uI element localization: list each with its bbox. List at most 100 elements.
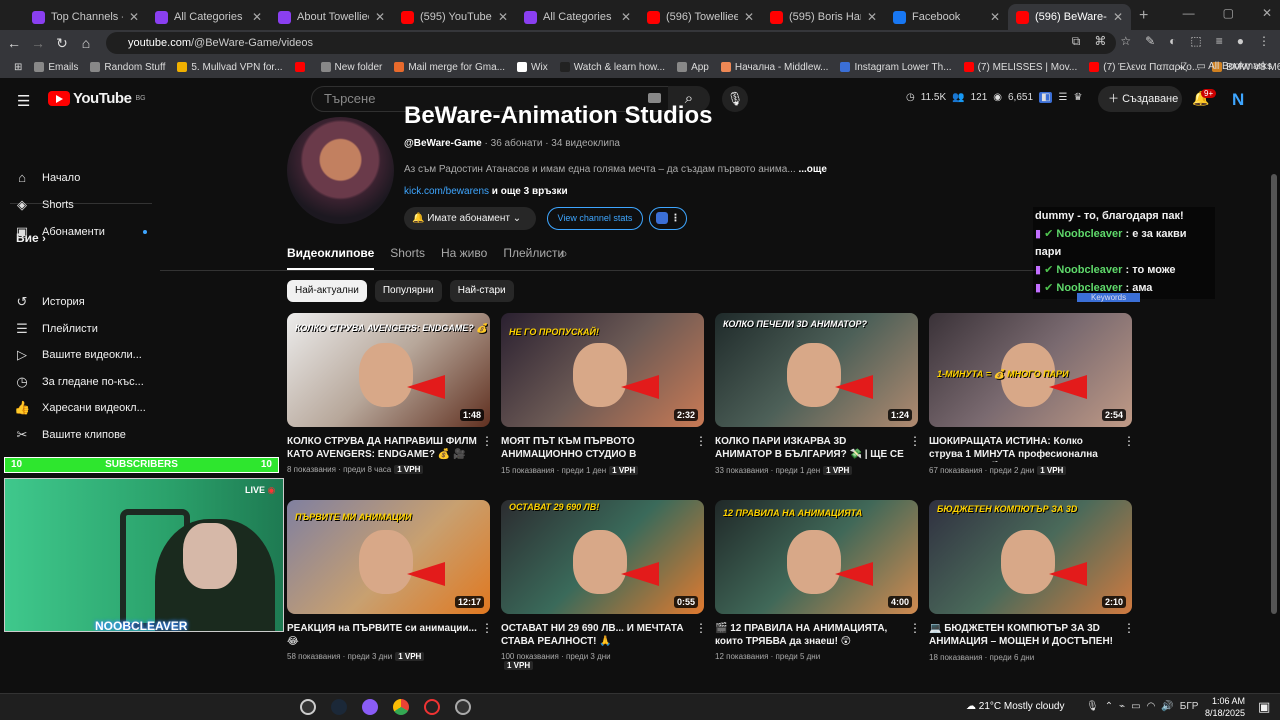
notifications-icon[interactable]: ▣: [1258, 699, 1270, 715]
sidebar-item[interactable]: ✂ Вашите клипове: [14, 427, 126, 443]
video-card[interactable]: 12 ПРАВИЛА НА АНИМАЦИЯТА 4:00 🎬 12 ПРАВИЛА…: [715, 500, 929, 661]
display-icon[interactable]: ▭: [1131, 701, 1140, 712]
channel-search-icon[interactable]: ⌕: [560, 245, 568, 262]
video-card[interactable]: БЮДЖЕТЕН КОМПЮТЪР ЗА 3D 2:10 💻 БЮДЖЕТЕН КО…: [929, 500, 1143, 662]
more-vertical-icon[interactable]: ⋮: [695, 621, 707, 635]
cast-icon[interactable]: ⧉: [1072, 34, 1081, 49]
tab-close-icon[interactable]: ✕: [129, 10, 139, 24]
list-icon[interactable]: ☰: [1058, 92, 1067, 103]
app-icon[interactable]: [455, 699, 471, 715]
extensions-puzzle-icon[interactable]: ⬚: [1190, 34, 1201, 49]
extension-icon[interactable]: ◐: [1169, 34, 1176, 49]
bookmark-item[interactable]: Random Stuff: [84, 62, 171, 73]
more-vertical-icon[interactable]: ⋮: [481, 434, 493, 448]
video-thumbnail[interactable]: 12 ПРАВИЛА НА АНИМАЦИЯТА 4:00: [715, 500, 918, 614]
bookmark-item[interactable]: 5. Mullvad VPN for...: [171, 62, 288, 73]
tab-1[interactable]: Shorts: [390, 246, 425, 270]
account-avatar[interactable]: N: [1232, 90, 1244, 110]
minimize-icon[interactable]: —: [1183, 6, 1195, 20]
video-card[interactable]: ОСТАВАТ 29 690 ЛВ! 0:55 ОСТАВАТ НИ 29 690 …: [501, 500, 715, 670]
more-vertical-icon[interactable]: ⋮: [1123, 434, 1135, 448]
tab-close-icon[interactable]: ✕: [744, 10, 754, 24]
video-thumbnail[interactable]: ОСТАВАТ 29 690 ЛВ! 0:55: [501, 500, 704, 614]
browser-tab[interactable]: (596) Towelliee - YouTube ✕: [639, 4, 762, 30]
video-title[interactable]: КОЛКО СТРУВА ДА НАПРАВИШ ФИЛМ КАТО AVENG…: [287, 435, 477, 461]
sidebar-item[interactable]: ☰ Плейлисти: [14, 321, 98, 337]
mic-tray-icon[interactable]: 🎙: [1086, 701, 1099, 712]
browser-tab[interactable]: (596) BeWare-Animation ✕: [1008, 4, 1131, 30]
browser-tab[interactable]: About Towelliee - Twitch ✕: [270, 4, 393, 30]
keyboard-icon[interactable]: [648, 93, 661, 103]
bookmark-star-icon[interactable]: ☆: [1120, 34, 1131, 49]
obs-icon[interactable]: [300, 699, 316, 715]
video-card[interactable]: КОЛКО ПЕЧЕЛИ 3D АНИМАТОР? 1:24 КОЛКО ПАРИ …: [715, 313, 929, 475]
video-thumbnail[interactable]: ПЪРВИТЕ МИ АНИМАЦИИ 12:17: [287, 500, 490, 614]
browser-tab[interactable]: Top Channels - Twitch ✕: [24, 4, 147, 30]
voice-search-button[interactable]: 🎙: [722, 86, 748, 112]
bookmarks-overflow-icon[interactable]: »: [1172, 62, 1190, 73]
sidebar-item[interactable]: ◈ Shorts: [14, 197, 74, 213]
tab-0[interactable]: Видеоклипове: [287, 246, 375, 270]
youtube-logo[interactable]: YouTube BG: [48, 90, 146, 107]
more-vertical-icon[interactable]: ⋮: [909, 621, 921, 635]
extension-icon[interactable]: ✎: [1145, 34, 1155, 49]
more-vertical-icon[interactable]: ⋮: [481, 621, 493, 635]
tab-2[interactable]: На живо: [441, 246, 487, 270]
forward-icon[interactable]: →: [26, 35, 50, 51]
video-title[interactable]: ШОКИРАЩАТА ИСТИНА: Колко струва 1 МИНУТА…: [929, 435, 1119, 462]
bookmark-item[interactable]: Instagram Lower Th...: [834, 62, 957, 73]
video-title[interactable]: РЕАКЦИЯ на ПЪРВИТЕ си анимации... 😂: [287, 622, 477, 648]
bookmark-item[interactable]: [289, 62, 315, 72]
sidebar-item[interactable]: ◷ За гледане по-къс...: [14, 374, 143, 390]
video-title[interactable]: МОЯТ ПЪТ КЪМ ПЪРВОТО АНИМАЦИОННО СТУДИО …: [501, 435, 691, 462]
video-thumbnail[interactable]: КОЛКО СТРУВА AVENGERS: ENDGAME? 💰 1:48: [287, 313, 490, 427]
video-card[interactable]: 1-МИНУТА = 💰 МНОГО ПАРИ 2:54 ШОКИРАЩАТА ИС…: [929, 313, 1143, 475]
video-title[interactable]: ОСТАВАТ НИ 29 690 ЛВ... И МЕЧТАТА СТАВА …: [501, 622, 691, 648]
vidiq-stats[interactable]: ◷ 11.5K 👥 121 ◉ 6,651 ◧ ☰ ♛: [906, 92, 1082, 103]
browser-tab[interactable]: All Categories - Twitch ✕: [516, 4, 639, 30]
channel-links[interactable]: kick.com/bewarens и още 3 връзки: [404, 186, 568, 197]
bookmark-item[interactable]: App: [671, 62, 715, 73]
video-title[interactable]: КОЛКО ПАРИ ИЗКАРВА 3D АНИМАТОР В БЪЛГАРИ…: [715, 435, 905, 462]
tab-close-icon[interactable]: ✕: [1113, 10, 1123, 24]
sidebar-item[interactable]: 👍 Харесани видеокл...: [14, 400, 146, 416]
maximize-icon[interactable]: ▢: [1223, 6, 1234, 20]
tab-close-icon[interactable]: ✕: [867, 10, 877, 24]
tab-3[interactable]: Плейлисти: [503, 246, 564, 270]
sidebar-item[interactable]: ▷ Вашите видеокли...: [14, 347, 142, 363]
language-indicator[interactable]: БГР: [1180, 701, 1199, 712]
browser-tab[interactable]: (595) Boris Harizanov ✕: [762, 4, 885, 30]
media-icon[interactable]: ≡: [1216, 34, 1223, 49]
vidiq-icon[interactable]: ◧: [1039, 92, 1053, 103]
video-thumbnail[interactable]: КОЛКО ПЕЧЕЛИ 3D АНИМАТОР? 1:24: [715, 313, 918, 427]
network-icon[interactable]: ⌁: [1119, 701, 1125, 712]
video-title[interactable]: 🎬 12 ПРАВИЛА НА АНИМАЦИЯТА, които ТРЯБВА…: [715, 622, 905, 648]
translate-icon[interactable]: ⌘: [1094, 34, 1106, 49]
tab-close-icon[interactable]: ✕: [498, 10, 508, 24]
profile-icon[interactable]: ●: [1237, 34, 1244, 49]
trophy-icon[interactable]: ♛: [1073, 92, 1082, 103]
tab-close-icon[interactable]: ✕: [990, 10, 1000, 24]
vidiq-button[interactable]: ⋮: [649, 207, 687, 230]
all-bookmarks-link[interactable]: ▭ All Bookmarks: [1196, 61, 1272, 72]
video-thumbnail[interactable]: НЕ ГО ПРОПУСКАЙ! 2:32: [501, 313, 704, 427]
sidebar-item[interactable]: ↺ История: [14, 294, 85, 310]
video-title[interactable]: 💻 БЮДЖЕТЕН КОМПЮТЪР ЗА 3D АНИМАЦИЯ – МОЩ…: [929, 622, 1119, 649]
bookmark-item[interactable]: (7) MELISSES | Mov...: [958, 62, 1084, 73]
sort-chip[interactable]: Популярни: [374, 280, 442, 302]
bookmark-item[interactable]: Watch & learn how...: [554, 62, 671, 73]
bookmark-item[interactable]: Wix: [511, 62, 554, 73]
tab-close-icon[interactable]: ✕: [252, 10, 262, 24]
menu-icon[interactable]: ⋮: [1258, 34, 1270, 49]
video-thumbnail[interactable]: БЮДЖЕТЕН КОМПЮТЪР ЗА 3D 2:10: [929, 500, 1132, 614]
url-field[interactable]: youtube.com/@BeWare-Game/videos: [106, 32, 1116, 54]
chevron-up-icon[interactable]: ⌃: [1105, 701, 1113, 712]
more-vertical-icon[interactable]: ⋮: [1123, 621, 1135, 635]
sidebar-item[interactable]: ▣ Абонаменти: [14, 224, 147, 240]
page-scrollbar[interactable]: [1271, 174, 1277, 614]
sidebar-item[interactable]: ⌂ Начало: [14, 170, 80, 185]
hamburger-menu-icon[interactable]: ☰: [17, 92, 30, 110]
channel-description[interactable]: Аз съм Радостин Атанасов и имам една гол…: [404, 164, 827, 175]
wifi-icon[interactable]: ◠: [1147, 701, 1156, 712]
steam-icon[interactable]: [331, 699, 347, 715]
